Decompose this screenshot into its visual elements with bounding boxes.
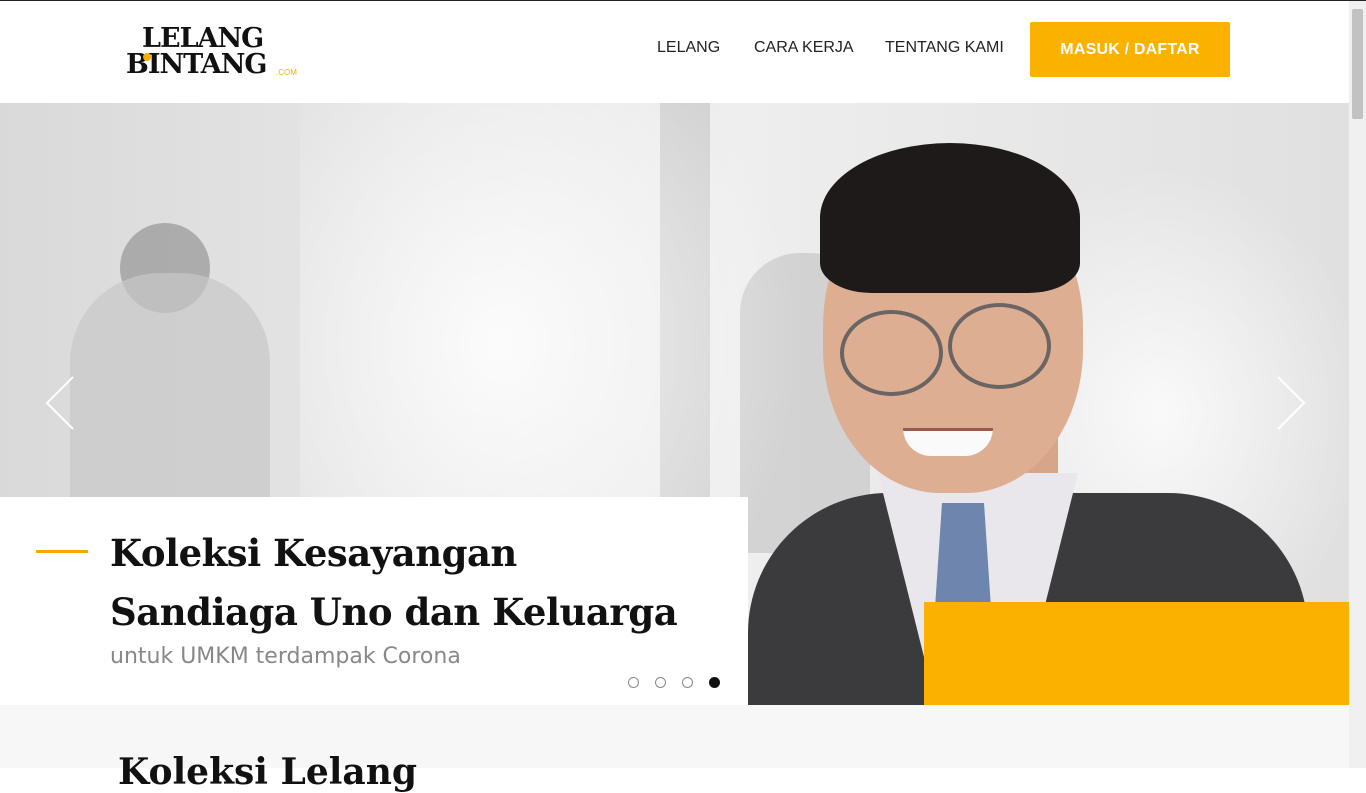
carousel-dot-3[interactable] xyxy=(682,677,693,688)
nav-item-cara-kerja[interactable]: CARA KERJA xyxy=(754,39,854,57)
hero-title: Koleksi Kesayangan Sandiaga Uno dan Kelu… xyxy=(110,531,678,634)
portrait-smile xyxy=(903,428,993,456)
hero-subtitle: untuk UMKM terdampak Corona xyxy=(110,644,461,669)
portrait-glasses-right xyxy=(948,303,1051,389)
hero-accent-block xyxy=(924,602,1349,705)
chevron-right-icon[interactable] xyxy=(1276,375,1306,431)
login-register-button[interactable]: MASUK / DAFTAR xyxy=(1030,22,1230,77)
section-heading: Koleksi Lelang xyxy=(118,751,418,793)
portrait-glasses-left xyxy=(840,310,943,396)
hero-caption-card: Koleksi Kesayangan Sandiaga Uno dan Kelu… xyxy=(0,497,748,705)
logo-suffix: .COM xyxy=(276,68,297,77)
carousel-dot-2[interactable] xyxy=(655,677,666,688)
nav-item-tentang-kami[interactable]: TENTANG KAMI xyxy=(885,39,1004,57)
auction-collection-section: Koleksi Lelang xyxy=(0,705,1349,793)
caption-accent-dash xyxy=(36,550,88,553)
site-header: LELANG BINTANG .COM LELANG CARA KERJA TE… xyxy=(0,1,1349,103)
logo-star-icon xyxy=(143,53,151,61)
scrollbar-thumb[interactable] xyxy=(1352,9,1363,119)
nav-item-lelang[interactable]: LELANG xyxy=(657,39,720,57)
carousel-dot-4[interactable] xyxy=(709,677,720,688)
site-logo[interactable]: LELANG BINTANG .COM xyxy=(126,23,301,83)
portrait-hair xyxy=(820,143,1080,293)
chevron-left-icon[interactable] xyxy=(45,375,75,431)
carousel-dot-1[interactable] xyxy=(628,677,639,688)
